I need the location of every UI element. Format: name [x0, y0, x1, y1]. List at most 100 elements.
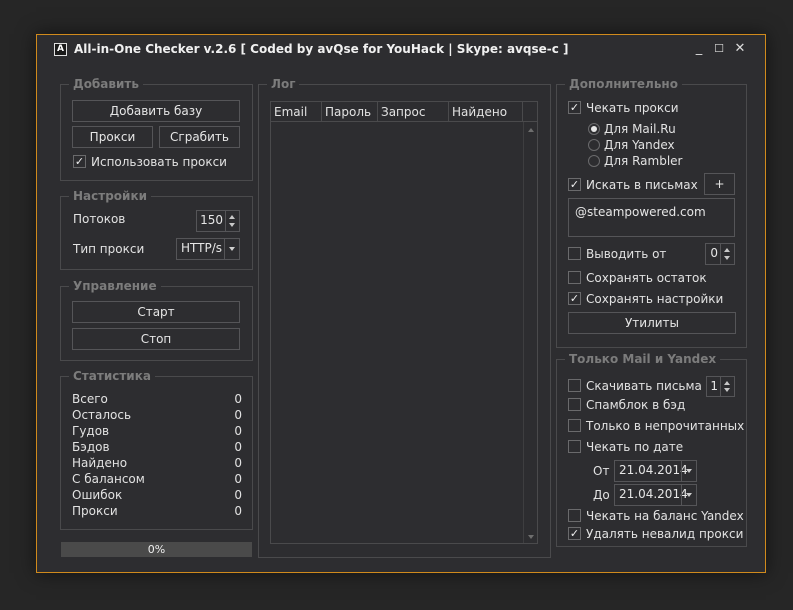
check-icon: ✓: [569, 101, 580, 114]
download-letters-stepper[interactable]: 1: [706, 376, 735, 397]
threads-value: 150: [200, 213, 223, 227]
extra-group-title: Дополнительно: [565, 77, 682, 91]
arrow-down-icon[interactable]: [724, 388, 730, 392]
grab-button[interactable]: Сграбить: [159, 126, 240, 148]
search-letters-checkbox[interactable]: ✓: [568, 178, 581, 191]
radio-yandex[interactable]: [588, 139, 600, 151]
stepper-arrows[interactable]: [720, 377, 734, 396]
stat-value: 0: [234, 440, 242, 454]
save-settings-label: Сохранять настройки: [586, 292, 724, 306]
title-bar: A All-in-One Checker v.2.6 [ Coded by av…: [37, 35, 765, 65]
stat-label: Осталось: [72, 408, 132, 422]
stat-value: 0: [234, 456, 242, 470]
scroll-down-icon[interactable]: [528, 535, 534, 539]
date-to-value: 21.04.2014: [619, 487, 688, 501]
stepper-arrows[interactable]: [720, 244, 734, 264]
yandex-balance-label: Чекать на баланс Yandex: [586, 509, 744, 523]
close-button[interactable]: ✕: [732, 41, 748, 57]
maximize-button[interactable]: ☐: [711, 41, 727, 57]
chevron-down-icon[interactable]: [681, 461, 696, 481]
check-by-date-checkbox[interactable]: [568, 440, 581, 453]
log-table[interactable]: Email Пароль Запрос Найдено: [270, 101, 538, 544]
log-scrollbar[interactable]: [523, 122, 537, 543]
add-search-button[interactable]: +: [704, 173, 735, 195]
search-text-field[interactable]: @steampowered.com: [568, 198, 735, 237]
radio-mailru-label: Для Mail.Ru: [604, 122, 676, 136]
download-letters-value: 1: [710, 379, 718, 393]
progress-bar: 0%: [61, 542, 252, 557]
threads-label: Потоков: [73, 212, 126, 226]
unread-only-label: Только в непрочитанных: [586, 419, 745, 433]
spamblock-label: Спамблок в бэд: [586, 398, 686, 412]
use-proxy-checkbox[interactable]: ✓: [73, 155, 86, 168]
arrow-down-icon[interactable]: [724, 256, 730, 260]
stat-row: Осталось 0: [72, 408, 242, 424]
stat-value: 0: [234, 472, 242, 486]
check-proxy-checkbox[interactable]: ✓: [568, 101, 581, 114]
stat-value: 0: [234, 408, 242, 422]
stat-label: С балансом: [72, 472, 145, 486]
check-icon: ✓: [569, 292, 580, 305]
stat-label: Ошибок: [72, 488, 123, 502]
control-group-title: Управление: [69, 279, 161, 293]
unread-only-checkbox[interactable]: [568, 419, 581, 432]
date-from-picker[interactable]: 21.04.2014: [614, 460, 697, 482]
yandex-balance-checkbox[interactable]: [568, 509, 581, 522]
search-letters-label: Искать в письмах: [586, 178, 698, 192]
arrow-down-icon[interactable]: [229, 223, 235, 227]
date-to-picker[interactable]: 21.04.2014: [614, 484, 697, 506]
add-group-title: Добавить: [69, 77, 143, 91]
stop-button[interactable]: Стоп: [72, 328, 240, 350]
radio-mailru[interactable]: [588, 123, 600, 135]
progress-text: 0%: [147, 543, 166, 556]
column-header-email[interactable]: Email: [271, 102, 322, 122]
chevron-down-icon[interactable]: [681, 485, 696, 505]
stat-label: Гудов: [72, 424, 110, 438]
threads-stepper[interactable]: 150: [196, 210, 240, 232]
chevron-down-icon[interactable]: [224, 239, 239, 259]
date-to-label: До: [593, 488, 610, 502]
stat-row: Всего 0: [72, 392, 242, 408]
column-header-found[interactable]: Найдено: [449, 102, 523, 122]
start-button[interactable]: Старт: [72, 301, 240, 323]
save-rest-checkbox[interactable]: [568, 271, 581, 284]
delete-invalid-proxy-label: Удалять невалид прокси: [586, 527, 744, 541]
arrow-up-icon[interactable]: [229, 215, 235, 219]
column-header-request[interactable]: Запрос: [378, 102, 449, 122]
download-letters-label: Скачивать письма: [586, 379, 702, 393]
stat-row: Прокси 0: [72, 504, 242, 520]
proxy-button[interactable]: Прокси: [72, 126, 153, 148]
delete-invalid-proxy-checkbox[interactable]: ✓: [568, 527, 581, 540]
save-rest-label: Сохранять остаток: [586, 271, 707, 285]
stat-row: Найдено 0: [72, 456, 242, 472]
proxy-type-value: HTTP/s: [181, 241, 223, 255]
output-from-value: 0: [710, 246, 718, 260]
stat-label: Найдено: [72, 456, 128, 470]
stat-label: Всего: [72, 392, 108, 406]
download-letters-checkbox[interactable]: [568, 379, 581, 392]
stat-row: Ошибок 0: [72, 488, 242, 504]
stat-value: 0: [234, 504, 242, 518]
save-settings-checkbox[interactable]: ✓: [568, 292, 581, 305]
add-base-button[interactable]: Добавить базу: [72, 100, 240, 122]
output-from-checkbox[interactable]: [568, 247, 581, 260]
stat-label: Прокси: [72, 504, 118, 518]
date-from-label: От: [593, 464, 610, 478]
arrow-up-icon[interactable]: [724, 248, 730, 252]
minimize-button[interactable]: _: [691, 41, 707, 57]
proxy-type-select[interactable]: HTTP/s: [176, 238, 240, 260]
check-by-date-label: Чекать по дате: [586, 440, 684, 454]
stat-value: 0: [234, 488, 242, 502]
scroll-up-icon[interactable]: [528, 128, 534, 132]
output-from-stepper[interactable]: 0: [705, 243, 735, 265]
radio-rambler[interactable]: [588, 155, 600, 167]
column-header-password[interactable]: Пароль: [322, 102, 378, 122]
check-icon: ✓: [569, 527, 580, 540]
log-group-title: Лог: [267, 77, 300, 91]
utilities-button[interactable]: Утилиты: [568, 312, 736, 334]
app-icon: A: [54, 43, 67, 56]
stepper-arrows[interactable]: [225, 211, 239, 231]
mail-yandex-group-title: Только Mail и Yandex: [565, 352, 721, 366]
arrow-up-icon[interactable]: [724, 381, 730, 385]
spamblock-checkbox[interactable]: [568, 398, 581, 411]
